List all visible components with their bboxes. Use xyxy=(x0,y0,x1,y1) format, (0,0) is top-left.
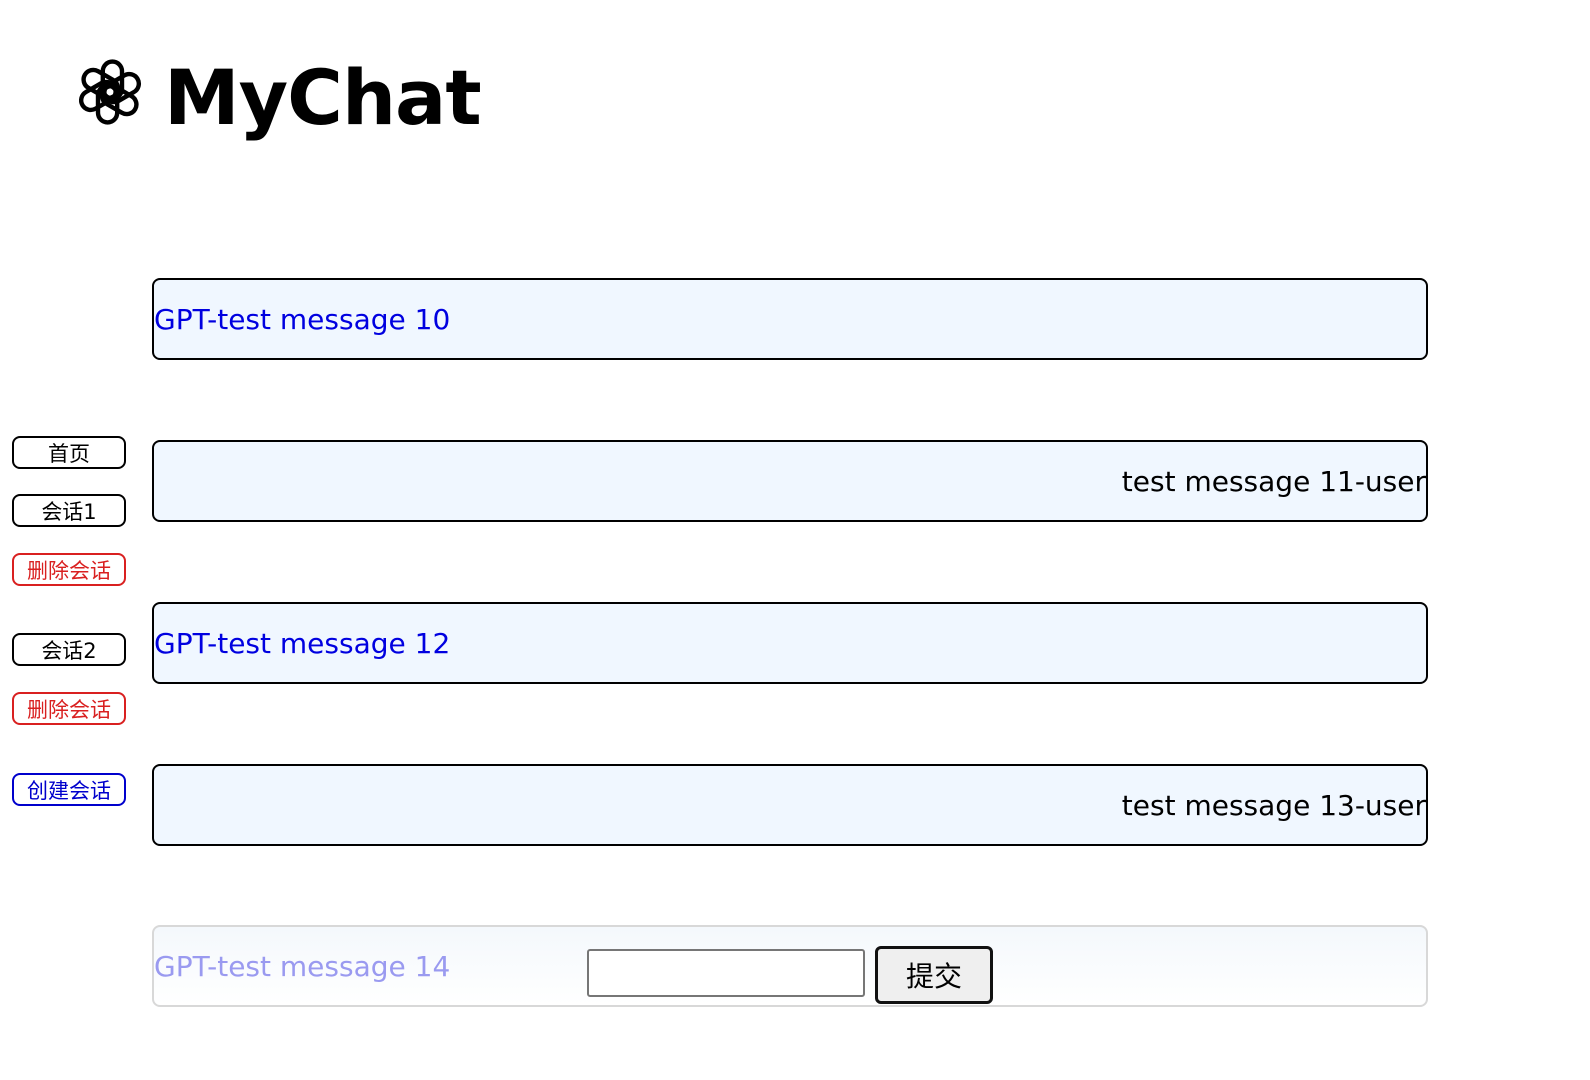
message-text: test message 11-user xyxy=(1121,464,1426,498)
gpt-message: GPT-test message 12 xyxy=(152,602,1428,684)
app-title: MyChat xyxy=(164,53,482,142)
delete-session-1-button[interactable]: 删除会话 xyxy=(12,553,126,586)
openai-logo-icon xyxy=(78,59,142,125)
session-2-button[interactable]: 会话2 xyxy=(12,633,126,666)
message-text: GPT-test message 14 xyxy=(154,949,451,983)
message-text: GPT-test message 10 xyxy=(154,302,451,336)
message-input[interactable] xyxy=(587,949,865,997)
app-header: MyChat xyxy=(70,52,482,136)
gpt-message: GPT-test message 10 xyxy=(152,278,1428,360)
session-1-button[interactable]: 会话1 xyxy=(12,494,126,527)
home-button[interactable]: 首页 xyxy=(12,436,126,469)
submit-button[interactable]: 提交 xyxy=(875,946,993,1004)
delete-session-2-button[interactable]: 删除会话 xyxy=(12,692,126,725)
user-message: test message 11-user xyxy=(152,440,1428,522)
message-text: GPT-test message 12 xyxy=(154,626,451,660)
user-message: test message 13-user xyxy=(152,764,1428,846)
composer: 提交 xyxy=(587,944,993,1004)
create-session-button[interactable]: 创建会话 xyxy=(12,773,126,806)
message-text: test message 13-user xyxy=(1121,788,1426,822)
